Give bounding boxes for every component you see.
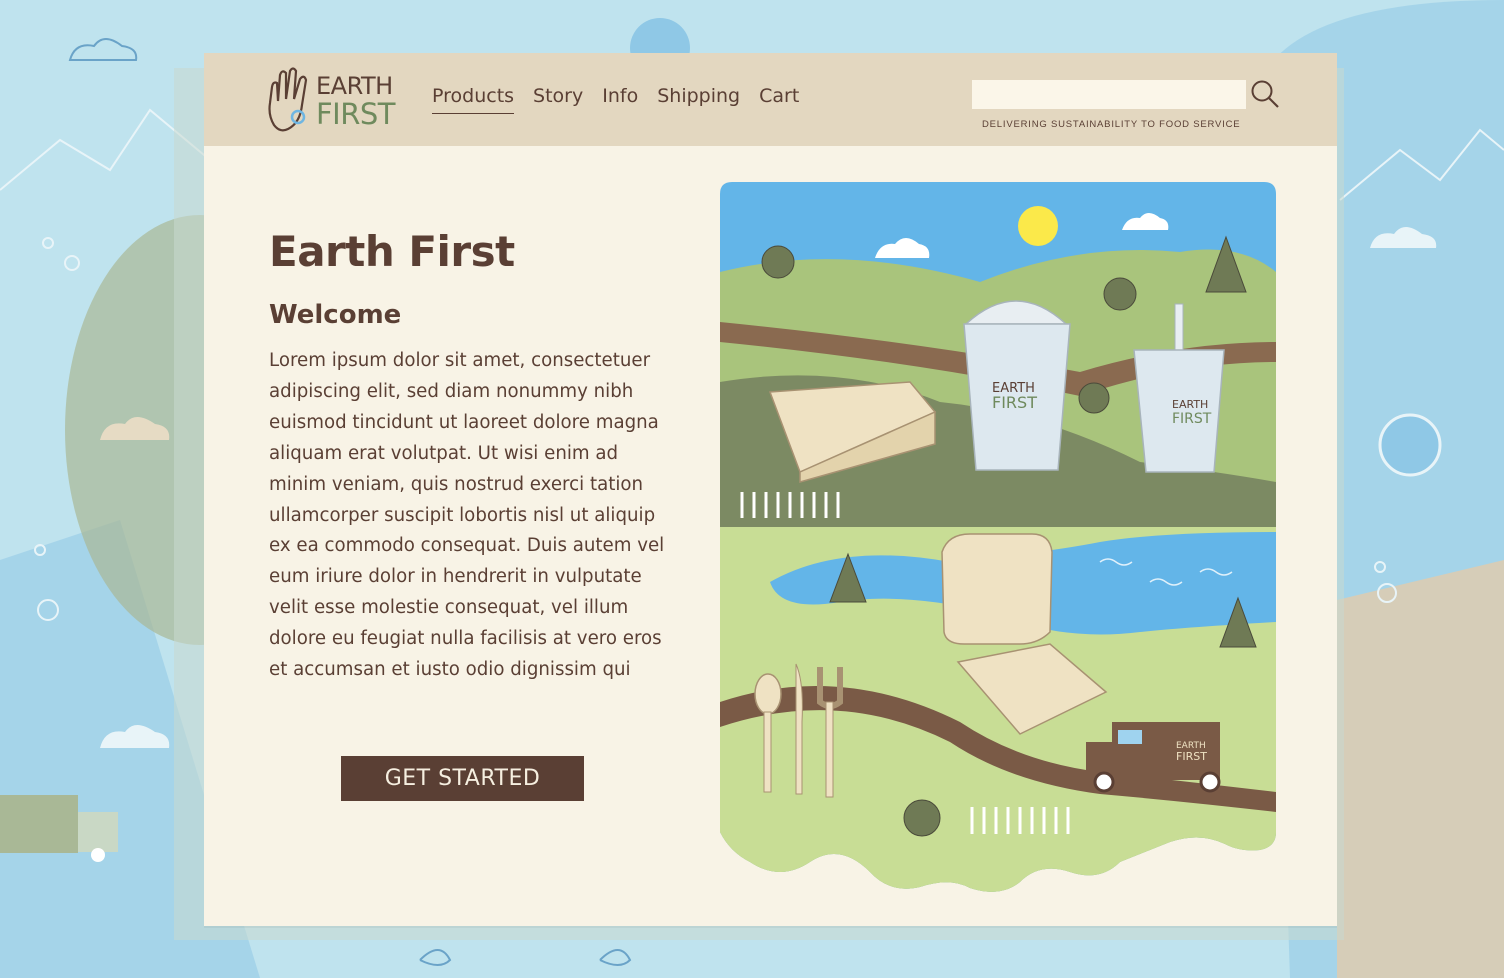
- nav-story[interactable]: Story: [533, 83, 583, 114]
- cup-brand-line2: FIRST: [992, 393, 1037, 412]
- main-nav: Products Story Info Shipping Cart: [432, 83, 818, 114]
- logo-line2: FIRST: [316, 97, 396, 131]
- hand-logo-icon: [268, 67, 308, 132]
- hero-illustration: EARTH FIRST EARTH FIRST EARTH FIRST: [720, 182, 1276, 892]
- tagline: DELIVERING SUSTAINABILITY TO FOOD SERVIC…: [982, 119, 1241, 130]
- page-title: Earth First: [269, 227, 515, 276]
- logo-line1: EARTH: [316, 72, 393, 100]
- cup2-brand-line1: EARTH: [1172, 398, 1208, 411]
- search-button[interactable]: [1250, 79, 1280, 109]
- logo-wordmark: EARTH FIRST: [316, 72, 396, 131]
- site-header: EARTH FIRST Products Story Info Shipping…: [204, 53, 1337, 146]
- cup2-brand-line2: FIRST: [1172, 411, 1212, 427]
- brand-logo[interactable]: EARTH FIRST: [264, 65, 396, 137]
- nav-cart[interactable]: Cart: [759, 83, 799, 114]
- nav-info[interactable]: Info: [602, 83, 638, 114]
- search-icon: [1251, 80, 1279, 108]
- page-subtitle: Welcome: [269, 300, 402, 330]
- nav-products[interactable]: Products: [432, 83, 515, 114]
- nav-shipping[interactable]: Shipping: [657, 83, 740, 114]
- truck-brand-line2: FIRST: [1176, 750, 1207, 763]
- search-input[interactable]: [972, 80, 1246, 109]
- website-window: EARTH FIRST Products Story Info Shipping…: [204, 53, 1337, 926]
- intro-paragraph: Lorem ipsum dolor sit amet, consectetuer…: [269, 350, 665, 681]
- get-started-button[interactable]: GET STARTED: [341, 756, 584, 801]
